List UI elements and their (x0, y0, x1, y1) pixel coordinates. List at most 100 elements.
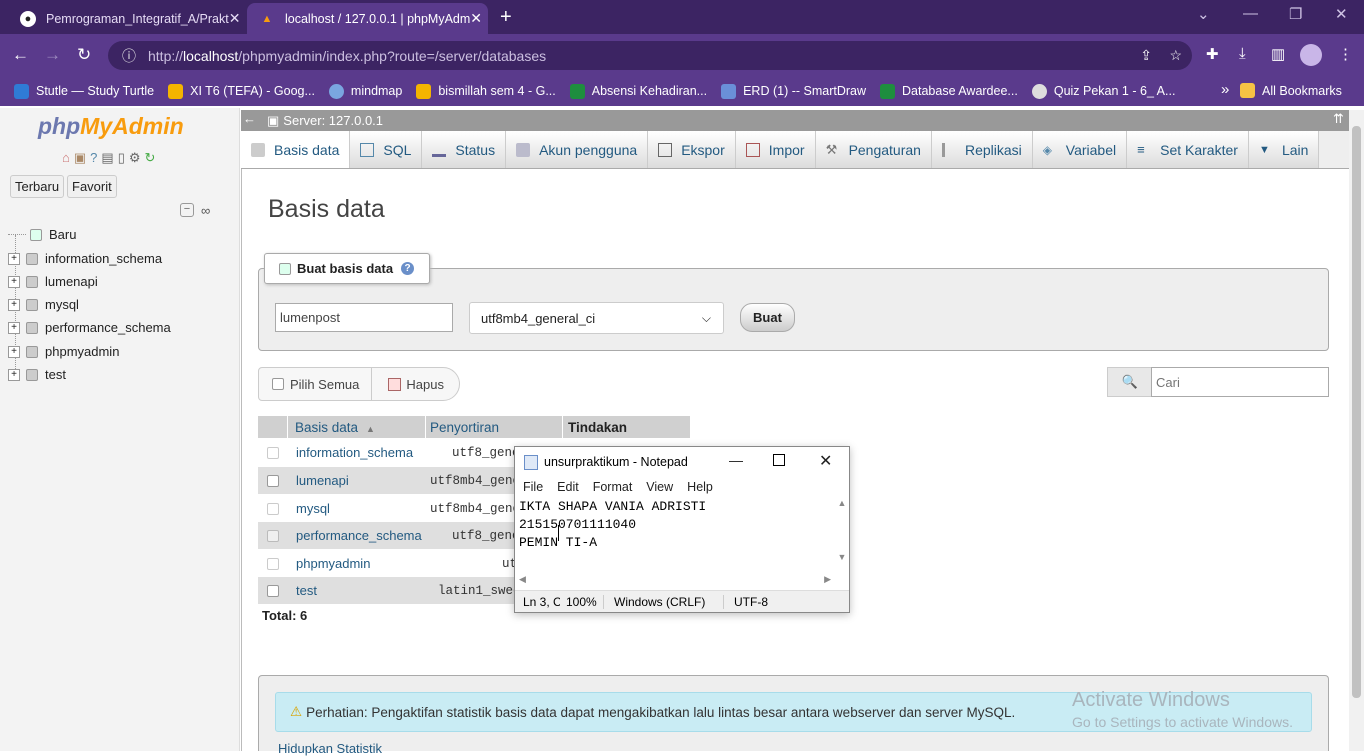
docs-icon[interactable]: ▤ (101, 150, 113, 166)
menu-format[interactable]: Format (593, 480, 633, 494)
database-name-link[interactable]: test (296, 583, 436, 598)
more-bookmarks-icon[interactable]: » (1221, 81, 1229, 98)
tab-variables[interactable]: ◈ Variabel (1032, 131, 1128, 168)
bookmark-item[interactable]: mindmap (328, 83, 402, 99)
select-all-label[interactable]: Pilih Semua (290, 377, 359, 392)
database-name-link[interactable]: performance_schema (296, 528, 436, 543)
database-name-link[interactable]: mysql (296, 501, 436, 516)
menu-help[interactable]: Help (687, 480, 713, 494)
tree-db-item[interactable]: + information_schema (8, 251, 162, 266)
server-breadcrumb[interactable]: ▣ Server: 127.0.0.1 (241, 110, 1349, 131)
gear-icon[interactable]: ⚙ (129, 150, 141, 166)
expand-icon[interactable]: + (8, 252, 20, 265)
horizontal-scrollbar[interactable]: ◀ ▶ (519, 574, 835, 588)
row-checkbox[interactable] (267, 446, 279, 459)
notepad-titlebar[interactable]: unsurpraktikum - Notepad (515, 447, 849, 477)
tab-sql[interactable]: SQL (350, 131, 423, 168)
tree-db-item[interactable]: + lumenapi (8, 274, 98, 289)
close-tab-icon[interactable]: ✕ (229, 10, 241, 27)
database-name-link[interactable]: phpmyadmin (296, 556, 436, 571)
site-info-icon[interactable]: ⓘ (122, 46, 136, 66)
search-input[interactable] (1151, 367, 1329, 397)
sidepanel-icon[interactable]: ▥ (1271, 45, 1285, 63)
all-bookmarks[interactable]: All Bookmarks (1240, 83, 1342, 98)
tab-more[interactable]: ▼ Lain (1248, 131, 1320, 168)
row-checkbox[interactable] (267, 502, 279, 515)
column-header-collation[interactable]: Penyortiran (430, 420, 499, 435)
maximize-icon[interactable]: ❐ (1289, 5, 1302, 23)
tree-db-item[interactable]: + phpmyadmin (8, 344, 119, 359)
tree-db-item[interactable]: + mysql (8, 297, 79, 312)
tab-status[interactable]: Status (422, 131, 507, 168)
tree-db-item[interactable]: + performance_schema (8, 320, 171, 335)
extensions-icon[interactable]: ✚ (1206, 45, 1219, 63)
db-name-input[interactable] (275, 303, 453, 332)
forward-icon[interactable]: → (44, 45, 61, 65)
bookmark-star-icon[interactable]: ☆ (1169, 47, 1182, 64)
menu-view[interactable]: View (646, 480, 673, 494)
create-button[interactable]: Buat (740, 303, 795, 332)
reload-icon[interactable]: ↻ (145, 150, 156, 166)
bookmark-item[interactable]: XI T6 (TEFA) - Goog... (168, 83, 315, 99)
recent-button[interactable]: Terbaru (10, 175, 65, 198)
tree-db-item[interactable]: + test (8, 367, 66, 382)
expand-icon[interactable]: + (8, 298, 20, 311)
row-checkbox[interactable] (267, 474, 279, 487)
help-icon[interactable]: ? (90, 150, 97, 166)
tab-import[interactable]: Impor (735, 131, 816, 168)
menu-file[interactable]: File (523, 480, 543, 494)
tab-user-accounts[interactable]: Akun pengguna (506, 131, 649, 168)
collapse-nav-icon[interactable]: ← (243, 111, 256, 126)
scroll-down-icon[interactable]: ▼ (835, 552, 849, 562)
scroll-right-icon[interactable]: ▶ (824, 574, 831, 585)
notepad-text-area[interactable]: IKTA SHAPA VANIA ADRISTI 215150701111040… (519, 498, 831, 573)
expand-icon[interactable]: + (8, 368, 20, 381)
tab-charsets[interactable]: ≡ Set Karakter (1127, 131, 1249, 168)
hide-header-icon[interactable]: ⇈ (1333, 111, 1344, 127)
tab-replication[interactable]: Replikasi (931, 131, 1033, 168)
expand-icon[interactable]: + (8, 321, 20, 334)
maximize-icon[interactable] (773, 454, 785, 466)
close-icon[interactable]: ✕ (819, 451, 832, 471)
browser-tab-active[interactable]: ▲ localhost / 127.0.0.1 | phpMyAdm ✕ (247, 3, 488, 34)
menu-edit[interactable]: Edit (557, 480, 579, 494)
download-icon[interactable]: ⤓ (1239, 45, 1246, 62)
tab-export[interactable]: Ekspor (648, 131, 736, 168)
scroll-up-icon[interactable]: ▲ (835, 498, 849, 508)
close-window-icon[interactable]: ✕ (1335, 5, 1348, 23)
scrollbar-thumb[interactable] (1352, 126, 1361, 698)
avatar[interactable] (1300, 44, 1322, 66)
enable-stats-link[interactable]: Hidupkan Statistik (278, 741, 382, 756)
database-name-link[interactable]: information_schema (296, 445, 436, 460)
share-icon[interactable]: ⇪ (1140, 47, 1152, 64)
phpmyadmin-logo[interactable]: phpMyAdmin (38, 113, 184, 140)
row-checkbox[interactable] (267, 557, 279, 570)
home-icon[interactable]: ⌂ (62, 150, 70, 166)
close-tab-icon[interactable]: ✕ (470, 10, 482, 27)
minimize-icon[interactable]: — (729, 452, 743, 468)
link-icon[interactable]: ∞ (201, 203, 210, 218)
tab-databases[interactable]: Basis data (241, 131, 351, 168)
tab-settings[interactable]: ⚒ Pengaturan (815, 131, 932, 168)
bookmark-item[interactable]: Quiz Pekan 1 - 6_ A... (1031, 83, 1175, 99)
select-all-checkbox[interactable] (272, 378, 284, 390)
page-scrollbar[interactable] (1349, 110, 1364, 751)
bookmark-item[interactable]: bismillah sem 4 - G... (416, 83, 556, 99)
new-tab-icon[interactable]: + (500, 6, 512, 29)
bookmark-item[interactable]: Stutle — Study Turtle (14, 83, 154, 99)
tab-search-icon[interactable]: ⌄ (1197, 5, 1210, 23)
bookmark-item[interactable]: Database Awardee... (880, 83, 1018, 99)
expand-icon[interactable]: + (8, 275, 20, 288)
collapse-all-icon[interactable]: − (180, 203, 194, 217)
back-icon[interactable]: ← (12, 45, 29, 65)
browser-tab[interactable]: ● Pemrograman_Integratif_A/Prakt ✕ (8, 3, 245, 34)
collation-select[interactable]: utf8mb4_general_ci ⌵ (469, 302, 724, 334)
favorite-button[interactable]: Favorit (67, 175, 117, 198)
address-bar[interactable]: ⓘ http://localhost/phpmyadmin/index.php?… (108, 41, 1192, 70)
reload-icon[interactable]: ↻ (77, 45, 91, 65)
menu-icon[interactable]: ⋮ (1338, 45, 1353, 63)
row-checkbox[interactable] (267, 529, 279, 542)
vertical-scrollbar[interactable]: ▲ ▼ (835, 498, 849, 574)
docs-icon[interactable]: ▯ (118, 150, 125, 166)
delete-button[interactable]: Hapus (388, 377, 444, 392)
